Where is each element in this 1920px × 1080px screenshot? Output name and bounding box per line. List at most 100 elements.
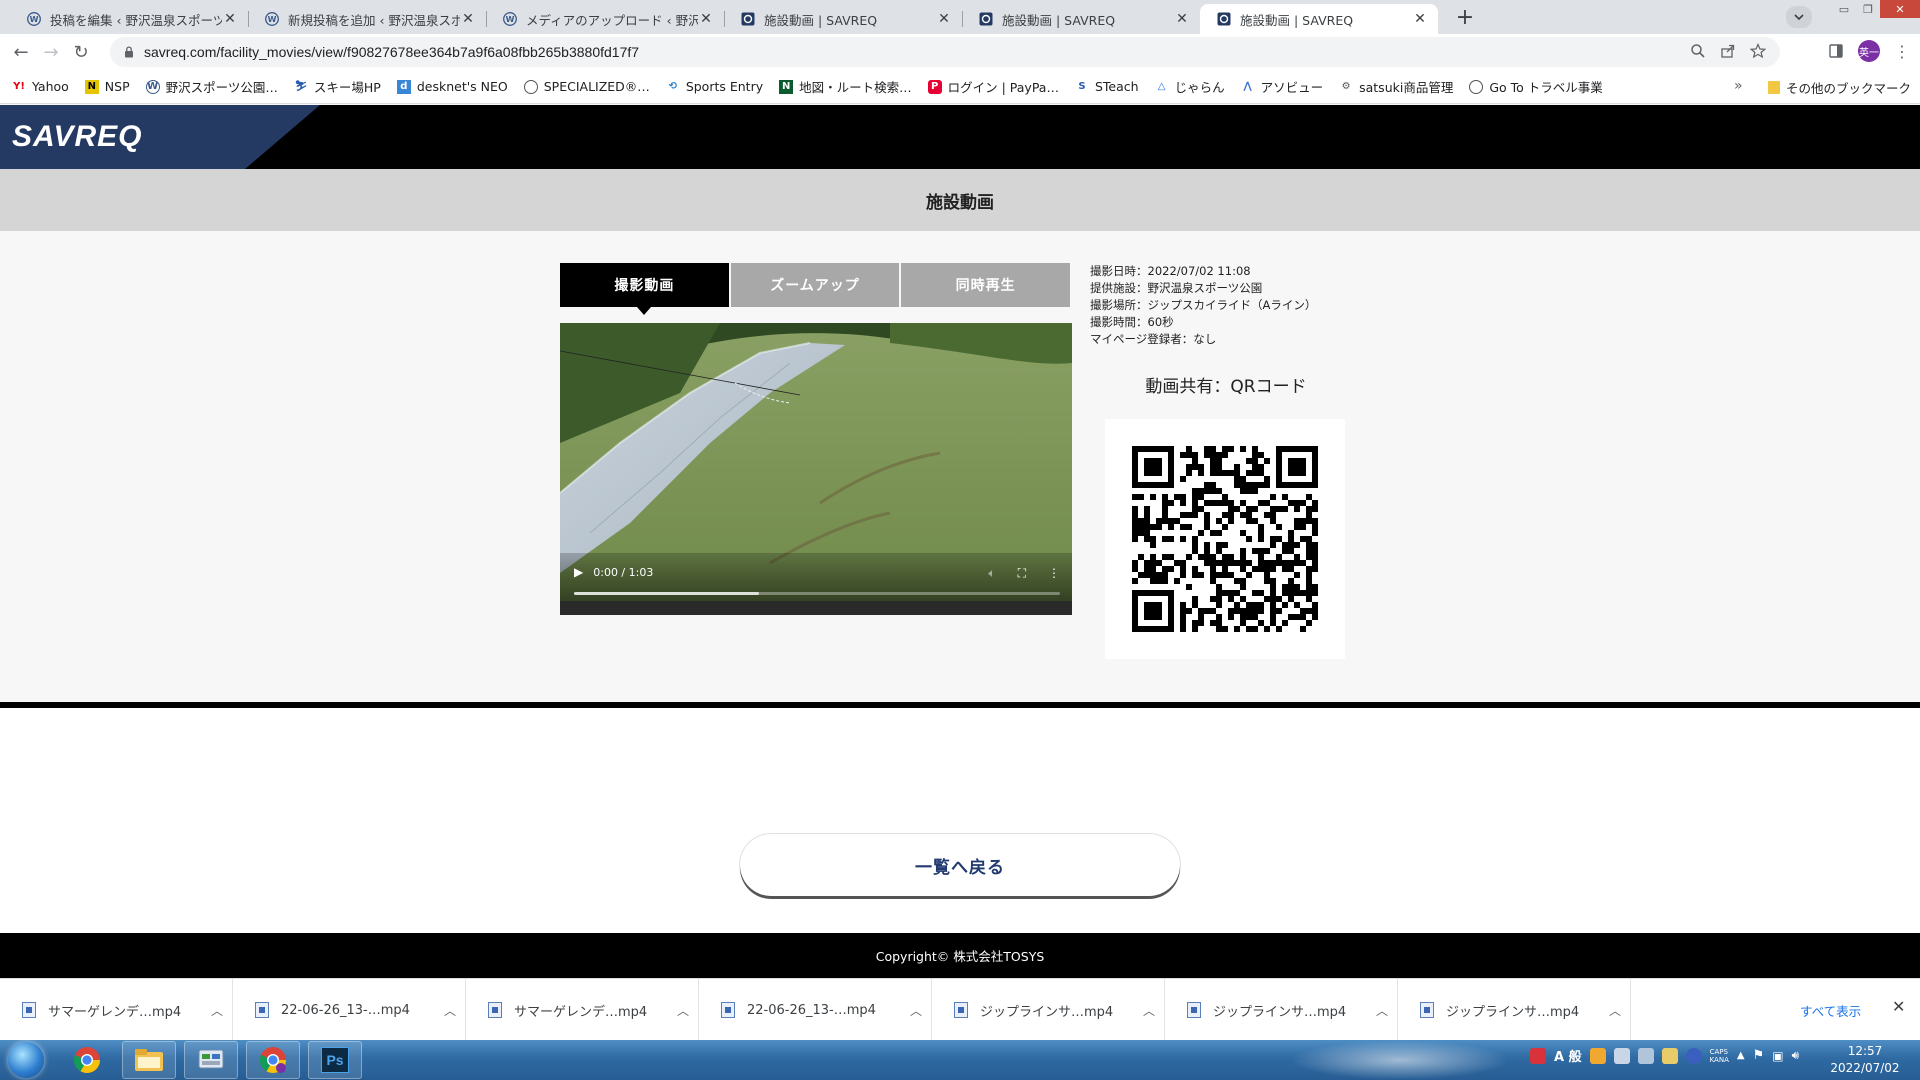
video-bottom-strip <box>560 601 1072 615</box>
bookmark-satsuki[interactable]: ⚙ satsuki商品管理 <box>1339 77 1454 96</box>
browser-tab[interactable]: W 投稿を編集 ‹ 野沢温泉スポーツ公園 ✕ <box>10 4 248 34</box>
video-player[interactable]: ▶ 0:00 / 1:03 🔈︎ ⛶ ⋮ <box>560 323 1072 615</box>
bookmark-yahoo[interactable]: Y! Yahoo <box>12 79 69 94</box>
close-icon[interactable]: ✕ <box>460 11 476 27</box>
side-panel-icon[interactable] <box>1828 43 1844 59</box>
shield-icon[interactable] <box>1589 1047 1606 1064</box>
browser-tab[interactable]: W 新規投稿を追加 ‹ 野沢温泉スポーツ公園 ✕ <box>248 4 486 34</box>
chevron-up-icon[interactable]: ︿ <box>1134 1002 1164 1019</box>
back-to-list-button[interactable]: 一覧へ戻る <box>740 834 1180 896</box>
system-clock[interactable]: 12:57 2022/07/02 <box>1820 1043 1910 1077</box>
address-bar[interactable]: savreq.com/facility_movies/view/f9082767… <box>110 37 1780 67</box>
browser-tab[interactable]: 施設動画 | SAVREQ ✕ <box>962 4 1200 34</box>
volume-icon[interactable]: 🔈︎ <box>988 566 995 581</box>
clock-date: 2022/07/02 <box>1830 1061 1900 1075</box>
kebab-menu-icon[interactable]: ⋮ <box>1048 566 1060 581</box>
play-icon[interactable]: ▶ <box>574 565 583 579</box>
chevron-up-icon[interactable]: ︿ <box>202 1002 232 1019</box>
star-icon[interactable] <box>1750 43 1766 59</box>
close-icon[interactable]: ✕ <box>1892 997 1905 1016</box>
browser-tab[interactable]: W メディアのアップロード ‹ 野沢温泉 ✕ <box>486 4 724 34</box>
chrome-icon[interactable] <box>60 1041 114 1079</box>
back-arrow-icon[interactable]: ← <box>6 38 36 66</box>
chevron-up-icon[interactable]: ︿ <box>1600 1002 1630 1019</box>
chevron-up-icon[interactable]: ︿ <box>901 1002 931 1019</box>
chrome-profile-icon[interactable] <box>246 1041 300 1079</box>
bookmark-sports-entry[interactable]: ⟲ Sports Entry <box>666 79 764 94</box>
chevron-up-icon[interactable]: ︿ <box>668 1002 698 1019</box>
video-progress-bar[interactable] <box>574 592 1060 595</box>
chevron-up-icon[interactable]: ︿ <box>435 1002 465 1019</box>
windows-start-button[interactable] <box>8 1042 44 1078</box>
ime-indicator[interactable]: A 般 <box>1554 1046 1582 1065</box>
minimize-button[interactable]: ▭ <box>1832 0 1856 18</box>
bookmark-steach[interactable]: S STeach <box>1075 79 1139 94</box>
video-file-icon <box>255 1002 269 1018</box>
tab-recorded-video[interactable]: 撮影動画 <box>560 263 731 315</box>
download-item[interactable]: ジップラインサ…mp4 ︿ <box>1165 979 1398 1041</box>
close-icon[interactable]: ✕ <box>936 11 952 27</box>
download-item[interactable]: 22-06-26_13-…mp4 ︿ <box>233 979 466 1041</box>
download-item[interactable]: 22-06-26_13-…mp4 ︿ <box>699 979 932 1041</box>
chevron-up-icon[interactable]: ︿ <box>1367 1002 1397 1019</box>
bookmark-jalan[interactable]: △ じゃらん <box>1155 77 1225 96</box>
share-icon[interactable] <box>1720 43 1736 59</box>
chevron-up-icon[interactable]: ▲ <box>1737 1050 1745 1061</box>
bookmarks-overflow-button[interactable]: » <box>1734 78 1743 94</box>
show-all-downloads-link[interactable]: すべて表示 <box>1800 1001 1861 1020</box>
video-buffer-fill <box>574 592 759 595</box>
download-item[interactable]: サマーゲレンデ…mp4 ︿ <box>0 979 233 1041</box>
bookmark-label: Sports Entry <box>685 79 764 94</box>
bookmark-label: STeach <box>1094 79 1139 94</box>
bookmark-desknets[interactable]: d desknet's NEO <box>396 79 508 94</box>
bookmark-label: NSP <box>104 79 130 94</box>
network-icon[interactable]: ▣ <box>1772 1049 1783 1063</box>
photoshop-icon[interactable]: Ps <box>308 1041 362 1079</box>
tab-simultaneous-playback[interactable]: 同時再生 <box>901 263 1073 307</box>
bookmark-asoview[interactable]: ⋀ アソビュー <box>1241 77 1323 96</box>
bookmark-nozawa[interactable]: W 野沢スポーツ公園… <box>145 77 278 96</box>
zoom-icon[interactable] <box>1690 43 1706 59</box>
security-icon[interactable] <box>1530 1047 1546 1064</box>
close-icon[interactable]: ✕ <box>1412 11 1428 27</box>
download-item[interactable]: ジップラインサ…mp4 ︿ <box>932 979 1165 1041</box>
wordpress-icon: W <box>26 11 42 27</box>
tab-title: 施設動画 | SAVREQ <box>1002 12 1116 28</box>
restore-button[interactable]: ❐ <box>1856 0 1880 18</box>
close-icon[interactable]: ✕ <box>222 11 238 27</box>
control-panel-icon[interactable] <box>184 1041 238 1079</box>
window-close-button[interactable]: ✕ <box>1880 0 1920 18</box>
site-logo[interactable]: SAVREQ <box>12 120 142 154</box>
bookmark-navitime[interactable]: N 地図・ルート検索… <box>779 77 912 96</box>
flag-icon[interactable]: ⚑ <box>1753 1048 1765 1063</box>
new-tab-button[interactable]: + <box>1452 4 1478 30</box>
help-icon[interactable] <box>1685 1047 1702 1064</box>
close-icon[interactable]: ✕ <box>1174 11 1190 27</box>
ski-icon: ⛷ <box>294 81 308 92</box>
avatar[interactable]: 英一 <box>1858 40 1880 62</box>
pen-icon[interactable] <box>1661 1047 1678 1064</box>
download-item[interactable]: ジップラインサ…mp4 ︿ <box>1398 979 1631 1041</box>
bookmark-goto-travel[interactable]: Go To トラベル事業 <box>1469 77 1603 96</box>
bookmark-specialized[interactable]: SPECIALIZED®… <box>523 79 650 94</box>
lock-icon[interactable] <box>124 46 134 58</box>
explorer-icon[interactable] <box>122 1041 176 1079</box>
reload-icon[interactable]: ↻ <box>66 38 96 66</box>
bookmark-ski[interactable]: ⛷ スキー場HP <box>294 77 381 96</box>
browser-tab[interactable]: 施設動画 | SAVREQ ✕ <box>724 4 962 34</box>
tab-search-button[interactable] <box>1786 6 1812 28</box>
bookmark-nsp[interactable]: N NSP <box>84 79 130 94</box>
volume-icon[interactable]: 🔊︎ <box>1792 1048 1800 1063</box>
qr-code[interactable] <box>1105 419 1345 659</box>
other-bookmarks-folder[interactable]: その他のブックマーク <box>1768 78 1911 97</box>
fullscreen-icon[interactable]: ⛶ <box>1018 566 1026 581</box>
tool-icon[interactable] <box>1613 1047 1630 1064</box>
tab-zoom-up[interactable]: ズームアップ <box>730 263 902 307</box>
browser-tab-active[interactable]: 施設動画 | SAVREQ ✕ <box>1200 4 1438 34</box>
close-icon[interactable]: ✕ <box>698 11 714 27</box>
bookmark-paypay[interactable]: P ログイン | PayPa… <box>927 77 1059 96</box>
kebab-menu-icon[interactable]: ⋮ <box>1894 42 1910 61</box>
forward-arrow-icon[interactable]: → <box>36 38 66 66</box>
download-item[interactable]: サマーゲレンデ…mp4 ︿ <box>466 979 699 1041</box>
tool-icon[interactable] <box>1637 1047 1654 1064</box>
